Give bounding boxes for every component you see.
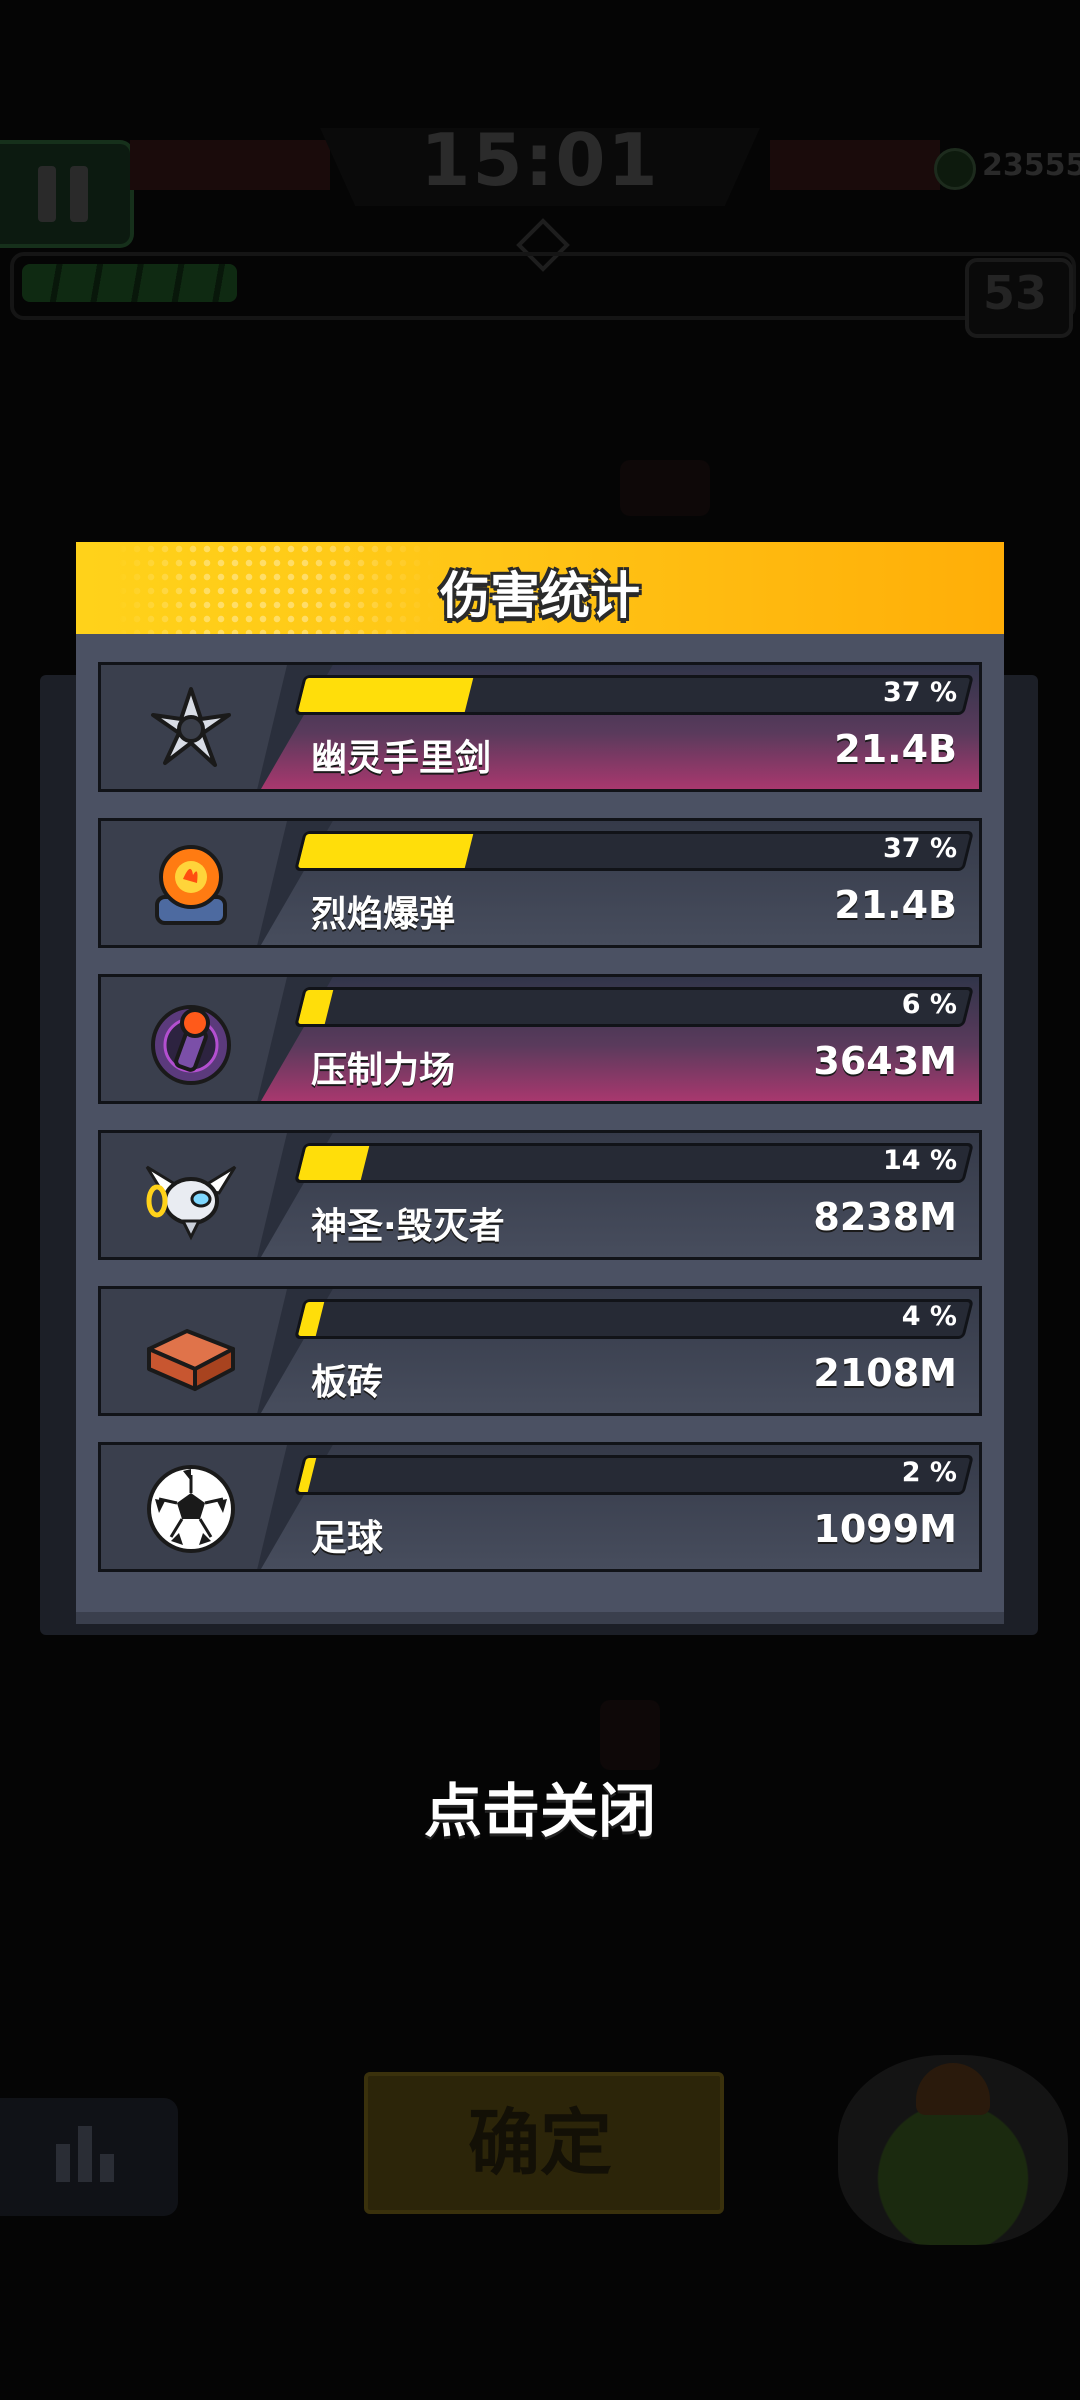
soccer-ball-icon bbox=[143, 1461, 239, 1557]
coin-icon bbox=[934, 148, 976, 190]
damage-value: 21.4B bbox=[834, 883, 957, 927]
damage-row: 37 % 烈焰爆弹 21.4B bbox=[98, 818, 982, 948]
modal-title: 伤害统计 bbox=[440, 567, 640, 625]
skill-name: 足球 bbox=[311, 1518, 384, 1559]
skill-icon-cell bbox=[101, 821, 287, 945]
damage-percent: 14 % bbox=[882, 1145, 957, 1176]
damage-percent: 2 % bbox=[901, 1457, 957, 1488]
damage-percent: 37 % bbox=[882, 833, 957, 864]
damage-percent: 6 % bbox=[901, 989, 957, 1020]
bar-chart-icon-bar bbox=[78, 2126, 92, 2182]
suppression-field-icon bbox=[143, 993, 239, 1089]
flame-bomb-icon bbox=[143, 837, 239, 933]
enemy-bar-left bbox=[130, 140, 330, 190]
confirm-button-label: 确定 bbox=[467, 2101, 612, 2185]
damage-share-bar bbox=[294, 1299, 974, 1339]
damage-row: 6 % 压制力场 3643M bbox=[98, 974, 982, 1104]
skill-icon-cell bbox=[101, 977, 287, 1101]
holy-destroyer-drone-icon bbox=[143, 1149, 239, 1245]
mascot-hat bbox=[916, 2063, 990, 2115]
damage-share-bar-fill bbox=[297, 1146, 370, 1180]
skill-icon-cell bbox=[101, 665, 287, 789]
damage-value: 2108M bbox=[813, 1351, 957, 1395]
damage-share-bar-fill bbox=[297, 1458, 317, 1492]
skill-name: 压制力场 bbox=[311, 1050, 456, 1091]
skill-name: 板砖 bbox=[311, 1362, 384, 1403]
damage-value: 3643M bbox=[813, 1039, 957, 1083]
damage-stats-modal: 伤害统计 37 % 幽灵手里剑 21.4B 37 % 烈焰爆弹 21.4B 6 … bbox=[76, 542, 1004, 1624]
damage-share-bar-fill bbox=[297, 834, 474, 868]
bar-chart-icon-bar bbox=[100, 2154, 114, 2182]
enemy-bar-right bbox=[770, 140, 940, 190]
player-level: 53 bbox=[982, 266, 1047, 320]
damage-share-bar bbox=[294, 987, 974, 1027]
damage-value: 8238M bbox=[813, 1195, 957, 1239]
damage-share-bar bbox=[294, 1143, 974, 1183]
xp-bar-fill bbox=[22, 264, 237, 302]
damage-row: 4 % 板砖 2108M bbox=[98, 1286, 982, 1416]
bar-chart-icon bbox=[56, 2144, 70, 2182]
background-enemy bbox=[620, 460, 710, 516]
damage-share-bar bbox=[294, 675, 974, 715]
modal-header: 伤害统计 bbox=[76, 542, 1004, 634]
skill-icon-cell bbox=[101, 1445, 287, 1569]
damage-share-bar-fill bbox=[297, 1302, 325, 1336]
damage-row: 14 % 神圣·毁灭者 8238M bbox=[98, 1130, 982, 1260]
brick-icon bbox=[143, 1305, 239, 1401]
pause-icon bbox=[38, 166, 56, 222]
pause-icon-bar bbox=[70, 166, 88, 222]
skill-name: 烈焰爆弹 bbox=[311, 894, 456, 935]
damage-value: 1099M bbox=[813, 1507, 957, 1551]
skill-name: 幽灵手里剑 bbox=[311, 738, 492, 779]
game-timer: 15:01 bbox=[420, 118, 660, 202]
skill-icon-cell bbox=[101, 1289, 287, 1413]
pause-button[interactable] bbox=[0, 140, 134, 248]
damage-percent: 4 % bbox=[901, 1301, 957, 1332]
damage-share-bar bbox=[294, 1455, 974, 1495]
damage-row: 37 % 幽灵手里剑 21.4B bbox=[98, 662, 982, 792]
damage-share-bar-fill bbox=[297, 990, 334, 1024]
damage-percent: 37 % bbox=[882, 677, 957, 708]
damage-share-bar bbox=[294, 831, 974, 871]
tap-to-close-hint[interactable]: 点击关闭 bbox=[0, 1764, 1080, 1848]
ghost-shuriken-icon bbox=[143, 681, 239, 777]
coin-count: 23555 bbox=[982, 148, 1080, 183]
skill-name: 神圣·毁灭者 bbox=[311, 1206, 505, 1247]
skill-icon-cell bbox=[101, 1133, 287, 1257]
damage-share-bar-fill bbox=[297, 678, 474, 712]
background-enemy bbox=[600, 1700, 660, 1770]
mascot-pet[interactable] bbox=[838, 2055, 1068, 2245]
damage-stats-button[interactable] bbox=[0, 2098, 178, 2216]
damage-value: 21.4B bbox=[834, 727, 957, 771]
damage-row: 2 % 足球 1099M bbox=[98, 1442, 982, 1572]
